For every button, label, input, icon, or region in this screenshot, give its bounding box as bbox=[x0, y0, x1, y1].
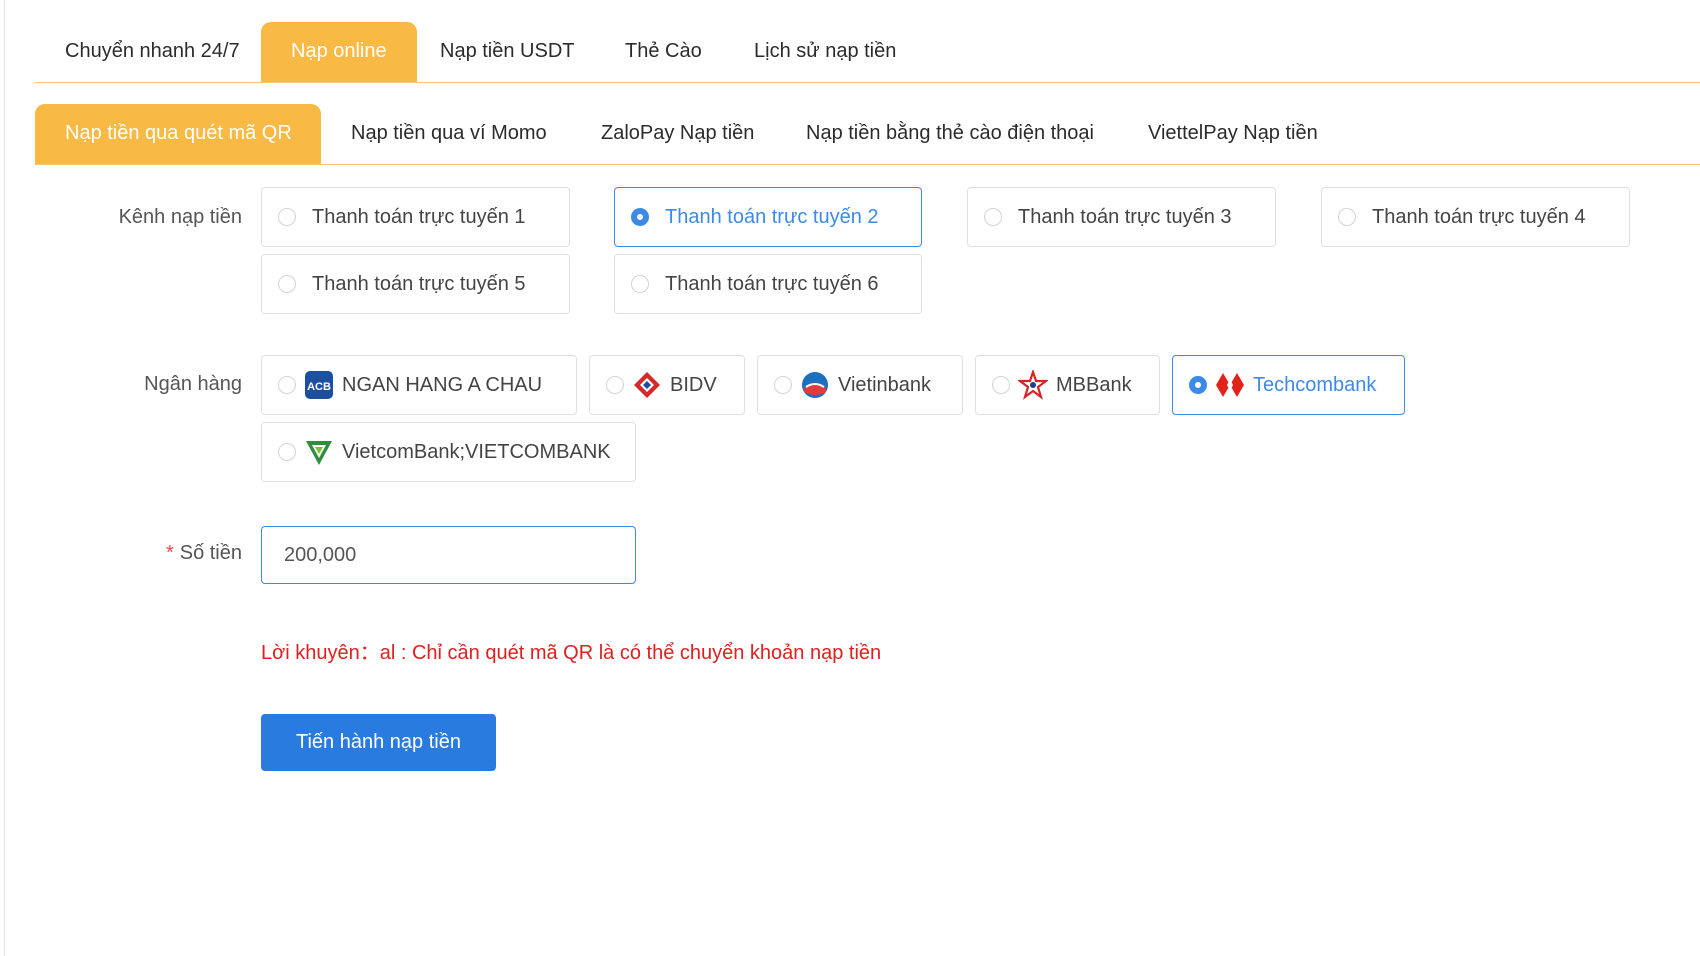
radio-circle bbox=[631, 275, 649, 293]
channel-option-label: Thanh toán trực tuyến 1 bbox=[312, 205, 526, 228]
subtab-zalopay[interactable]: ZaloPay Nạp tiền bbox=[571, 104, 784, 164]
radio-circle bbox=[278, 376, 296, 394]
bank-option-vietcombank[interactable]: VietcomBank;VIETCOMBANK bbox=[261, 422, 636, 482]
radio-circle bbox=[1338, 208, 1356, 226]
amount-label-text: Số tiền bbox=[179, 542, 242, 564]
vietinbank-logo-icon bbox=[800, 370, 830, 400]
vietcombank-logo-icon bbox=[304, 437, 334, 467]
bank-option-label: VietcomBank;VIETCOMBANK bbox=[342, 440, 611, 463]
subtab-momo[interactable]: Nạp tiền qua ví Momo bbox=[321, 104, 577, 164]
channel-option-6[interactable]: Thanh toán trực tuyến 6 bbox=[614, 254, 922, 314]
radio-circle bbox=[984, 208, 1002, 226]
radio-circle-checked bbox=[631, 208, 649, 226]
bank-option-label: Vietinbank bbox=[838, 373, 932, 396]
radio-circle bbox=[278, 443, 296, 461]
channel-label: Kênh nạp tiền bbox=[118, 206, 242, 228]
bank-option-label: BIDV bbox=[670, 373, 717, 396]
page-left-border bbox=[4, 0, 5, 956]
bidv-logo-icon bbox=[632, 370, 662, 400]
channel-option-label: Thanh toán trực tuyến 2 bbox=[665, 205, 879, 228]
channel-option-2[interactable]: Thanh toán trực tuyến 2 bbox=[614, 187, 922, 247]
channel-option-4[interactable]: Thanh toán trực tuyến 4 bbox=[1321, 187, 1630, 247]
bank-label: Ngân hàng bbox=[144, 373, 242, 395]
bank-option-bidv[interactable]: BIDV bbox=[589, 355, 745, 415]
amount-input[interactable] bbox=[261, 526, 636, 584]
submit-deposit-button[interactable]: Tiến hành nạp tiền bbox=[261, 714, 496, 771]
channel-option-label: Thanh toán trực tuyến 6 bbox=[665, 272, 879, 295]
radio-circle bbox=[278, 275, 296, 293]
channel-option-label: Thanh toán trực tuyến 4 bbox=[1372, 205, 1586, 228]
channel-option-1[interactable]: Thanh toán trực tuyến 1 bbox=[261, 187, 570, 247]
tab-nap-online[interactable]: Nạp online bbox=[261, 22, 417, 82]
radio-circle bbox=[774, 376, 792, 394]
tab-nap-usdt[interactable]: Nạp tiền USDT bbox=[410, 22, 605, 82]
advice-text: Lời khuyên：al : Chỉ cần quét mã QR là có… bbox=[261, 642, 882, 664]
radio-circle-checked bbox=[1189, 376, 1207, 394]
top-tab-bar: Chuyển nhanh 24/7 Nạp online Nạp tiền US… bbox=[35, 22, 1700, 83]
mbbank-logo-icon bbox=[1018, 370, 1048, 400]
bank-option-techcombank[interactable]: Techcombank bbox=[1172, 355, 1405, 415]
subtab-qr[interactable]: Nạp tiền qua quét mã QR bbox=[35, 104, 321, 164]
svg-text:ACB: ACB bbox=[307, 381, 331, 393]
required-asterisk: * bbox=[165, 542, 174, 564]
tab-lich-su[interactable]: Lịch sử nạp tiền bbox=[724, 22, 926, 82]
subtab-viettelpay[interactable]: ViettelPay Nạp tiền bbox=[1118, 104, 1348, 164]
channel-option-label: Thanh toán trực tuyến 5 bbox=[312, 272, 526, 295]
channel-option-3[interactable]: Thanh toán trực tuyến 3 bbox=[967, 187, 1276, 247]
radio-circle bbox=[992, 376, 1010, 394]
channel-option-label: Thanh toán trực tuyến 3 bbox=[1018, 205, 1232, 228]
channel-option-5[interactable]: Thanh toán trực tuyến 5 bbox=[261, 254, 570, 314]
subtab-the-cao[interactable]: Nạp tiền bằng thẻ cào điện thoại bbox=[776, 104, 1124, 164]
radio-circle bbox=[606, 376, 624, 394]
bank-option-mbbank[interactable]: MBBank bbox=[975, 355, 1160, 415]
bank-option-label: Techcombank bbox=[1253, 373, 1377, 396]
radio-circle bbox=[278, 208, 296, 226]
bank-option-acb[interactable]: ACB NGAN HANG A CHAU bbox=[261, 355, 577, 415]
bank-option-label: MBBank bbox=[1056, 373, 1132, 396]
acb-logo-icon: ACB bbox=[304, 370, 334, 400]
tab-the-cao[interactable]: Thẻ Cào bbox=[595, 22, 732, 82]
tab-chuyen-nhanh[interactable]: Chuyển nhanh 24/7 bbox=[35, 22, 270, 82]
bank-option-vietinbank[interactable]: Vietinbank bbox=[757, 355, 963, 415]
techcombank-logo-icon bbox=[1215, 370, 1245, 400]
amount-label: * Số tiền bbox=[42, 542, 242, 565]
bank-option-label: NGAN HANG A CHAU bbox=[342, 373, 543, 396]
sub-tab-bar: Nạp tiền qua quét mã QR Nạp tiền qua ví … bbox=[35, 104, 1700, 165]
